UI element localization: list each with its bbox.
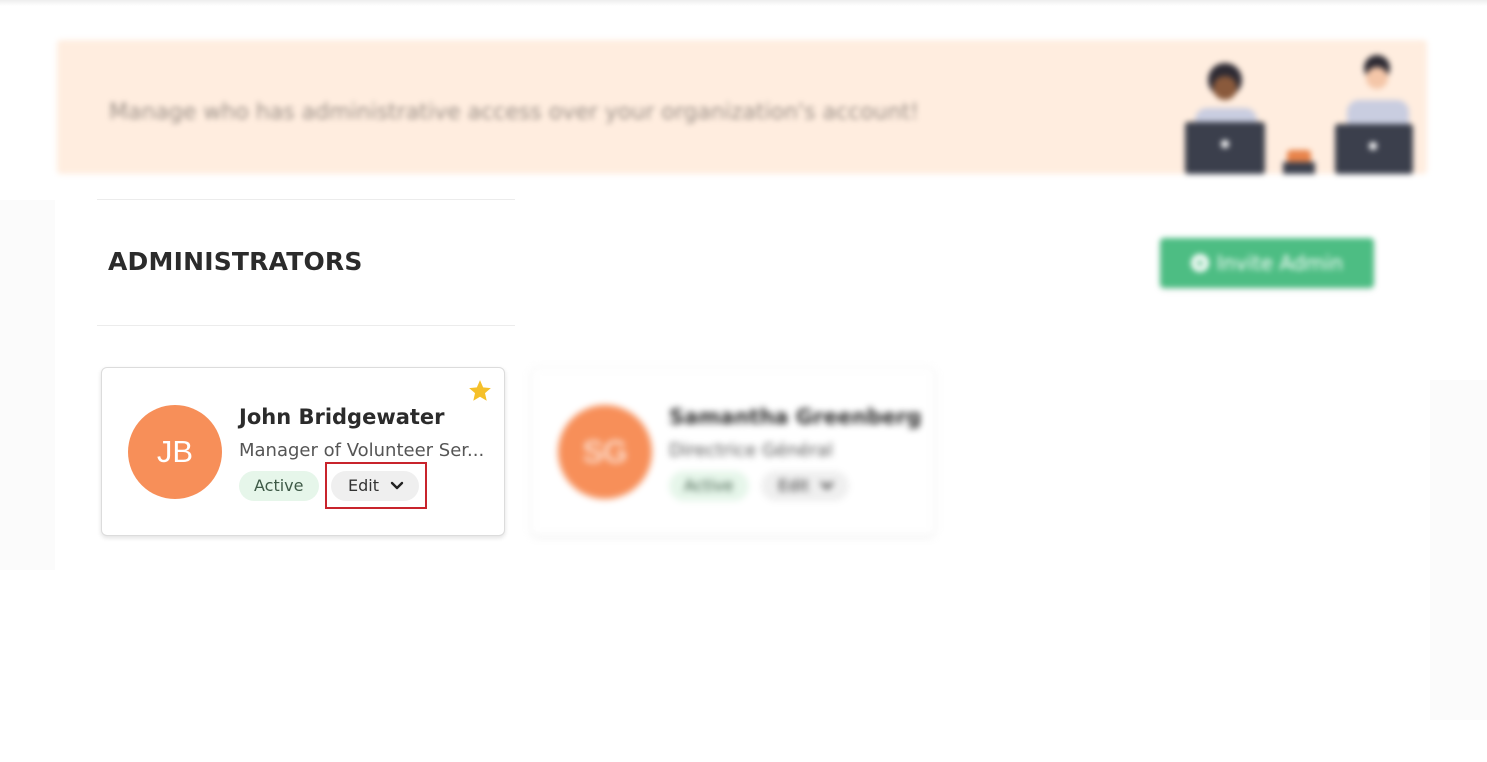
edit-dropdown-button[interactable]: Edit	[331, 471, 419, 501]
chevron-down-icon	[389, 478, 405, 494]
invite-admin-button[interactable]: + Invite Admin	[1160, 238, 1374, 288]
edit-label: Edit	[778, 476, 809, 495]
info-banner: Manage who has administrative access ove…	[57, 40, 1427, 174]
chevron-down-icon	[819, 478, 835, 494]
admin-role: Directrice Général	[669, 440, 833, 461]
divider-top	[97, 199, 515, 200]
admin-page: Manage who has administrative access ove…	[0, 0, 1487, 762]
admin-role: Manager of Volunteer Ser...	[239, 440, 485, 461]
divider-bottom	[97, 325, 515, 326]
background-panel	[0, 200, 55, 570]
section-title: ADMINISTRATORS	[108, 247, 363, 276]
background-panel	[1430, 380, 1487, 720]
avatar-initials: JB	[156, 434, 194, 469]
status-badge: Active	[669, 471, 749, 501]
edit-dropdown-button[interactable]: Edit	[761, 471, 849, 501]
admin-name: Samantha Greenberg	[669, 405, 922, 429]
admin-card: JB John Bridgewater Manager of Volunteer…	[101, 367, 505, 536]
status-badge: Active	[239, 471, 319, 501]
star-icon	[469, 380, 491, 401]
two-people-at-laptops-illustration	[1185, 55, 1413, 174]
banner-text: Manage who has administrative access ove…	[109, 100, 919, 125]
invite-admin-label: Invite Admin	[1216, 251, 1344, 275]
top-bar	[0, 0, 1487, 6]
avatar-initials: SG	[582, 434, 628, 469]
avatar: JB	[128, 405, 222, 499]
admin-card: SG Samantha Greenberg Directrice Général…	[531, 367, 935, 536]
admin-name: John Bridgewater	[239, 405, 445, 429]
edit-label: Edit	[348, 476, 379, 495]
plus-circle-icon: +	[1190, 254, 1209, 272]
avatar: SG	[558, 405, 652, 499]
